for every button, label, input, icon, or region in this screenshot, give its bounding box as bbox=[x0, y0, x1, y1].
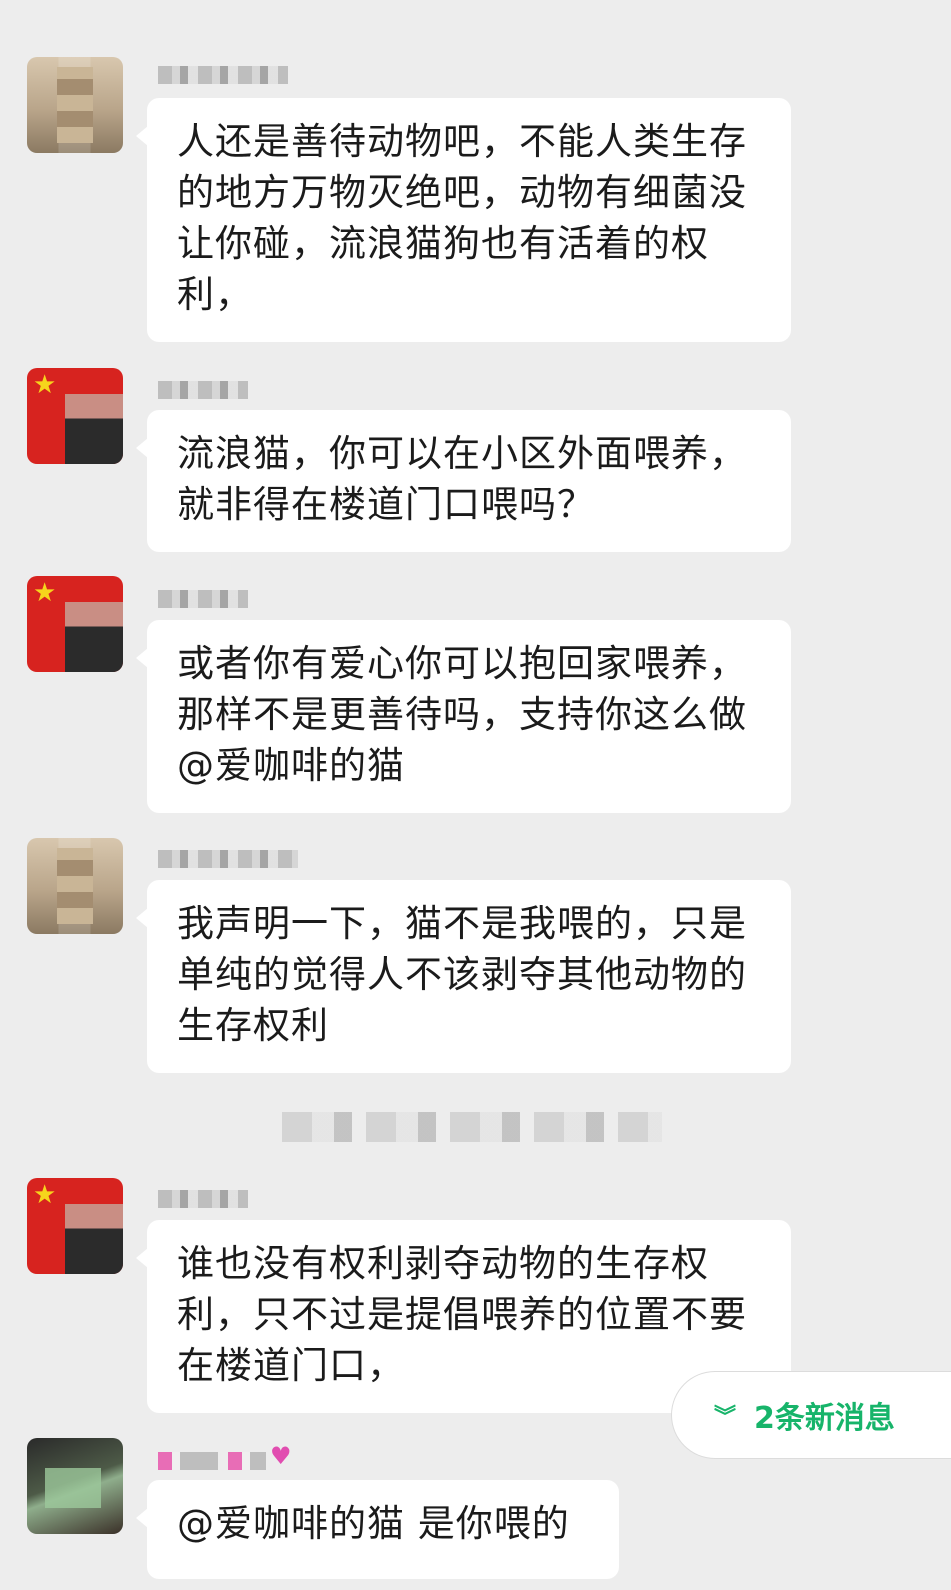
chevron-double-down-icon: ︾ bbox=[714, 1405, 737, 1430]
user-avatar[interactable] bbox=[27, 1438, 123, 1534]
user-avatar[interactable] bbox=[27, 368, 123, 464]
sender-name-blurred bbox=[158, 66, 288, 84]
user-avatar[interactable] bbox=[27, 576, 123, 672]
message-bubble[interactable]: 人还是善待动物吧，不能人类生存的地方万物灭绝吧，动物有细菌没让你碰，流浪猫狗也有… bbox=[136, 98, 791, 342]
user-avatar[interactable] bbox=[27, 838, 123, 934]
sender-name-blurred bbox=[158, 381, 248, 399]
sender-name-blurred bbox=[158, 850, 298, 868]
heart-icon: ♥ bbox=[270, 1442, 292, 1470]
message-bubble[interactable]: 我声明一下，猫不是我喂的，只是单纯的觉得人不该剥夺其他动物的生存权利 bbox=[136, 880, 791, 1073]
sender-name-blurred bbox=[158, 590, 248, 608]
user-avatar[interactable] bbox=[27, 57, 123, 153]
new-messages-button[interactable]: ︾ 2条新消息 bbox=[672, 1372, 951, 1458]
message-bubble[interactable]: 或者你有爱心你可以抱回家喂养，那样不是更善待吗，支持你这么做@爱咖啡的猫 bbox=[136, 620, 791, 813]
message-bubble[interactable]: 流浪猫，你可以在小区外面喂养，就非得在楼道门口喂吗？ bbox=[136, 410, 791, 552]
message-bubble[interactable]: @爱咖啡的猫 是你喂的 bbox=[136, 1480, 619, 1579]
sender-name-blurred bbox=[158, 1452, 266, 1470]
sender-name-blurred bbox=[158, 1190, 248, 1208]
system-notice-blurred bbox=[282, 1112, 662, 1142]
user-avatar[interactable] bbox=[27, 1178, 123, 1274]
new-messages-label: 2条新消息 bbox=[754, 1401, 895, 1436]
